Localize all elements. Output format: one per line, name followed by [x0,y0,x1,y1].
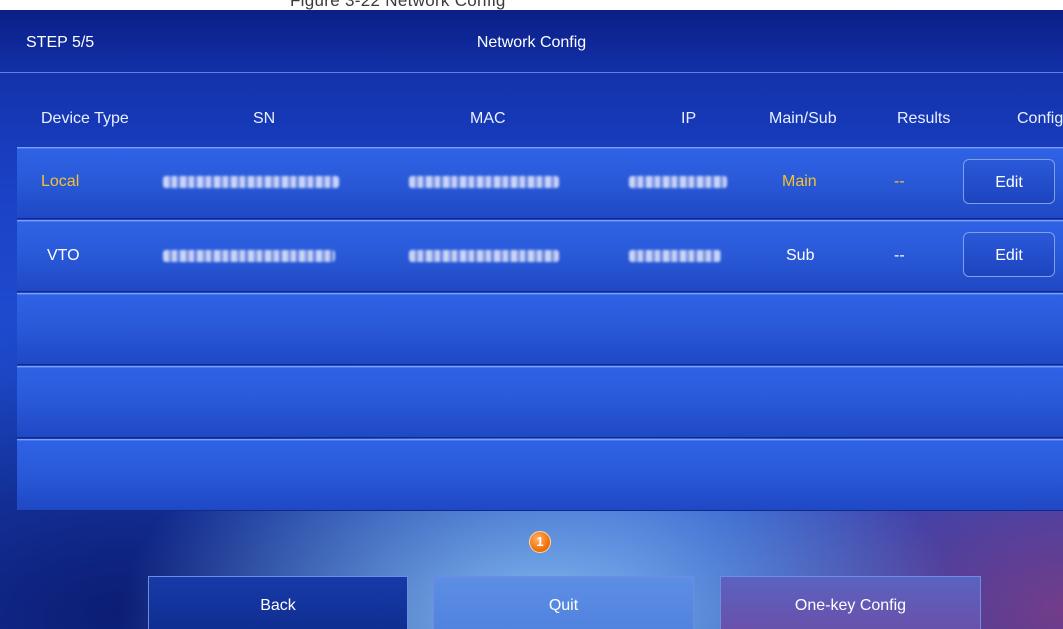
ip-redacted [629,176,727,188]
sn-redacted [163,250,335,262]
ip-redacted [629,250,721,262]
mac-redacted [409,176,559,188]
column-header-main-sub: Main/Sub [769,110,837,127]
quit-button[interactable]: Quit [433,576,694,629]
column-header-config: Config [1017,110,1063,127]
column-header-device-type: Device Type [41,110,129,127]
figure-caption-text: Figure 3-22 Network Config [290,0,506,10]
device-type-cell: Local [41,173,80,190]
column-header-ip: IP [681,110,697,127]
figure-caption: Figure 3-22 Network Config [0,0,1063,10]
edit-button[interactable]: Edit [963,232,1055,277]
device-type-cell: VTO [47,247,80,264]
main-sub-cell: Sub [786,247,815,264]
table-row[interactable]: VTO Sub -- Edit [17,220,1063,292]
one-key-config-button[interactable]: One-key Config [720,576,981,629]
column-header-mac: MAC [470,110,506,127]
title-bar: STEP 5/5 Network Config [0,10,1063,73]
table-row[interactable] [17,293,1063,365]
back-button[interactable]: Back [148,576,408,629]
page-title: Network Config [476,34,587,51]
column-header-sn: SN [253,110,276,127]
column-header-results: Results [897,110,951,127]
sn-redacted [163,176,339,188]
edit-button[interactable]: Edit [963,159,1055,204]
table-row[interactable]: Local Main -- Edit [17,147,1063,219]
callout-badge: 1 [529,531,551,553]
main-sub-cell: Main [782,173,817,190]
mac-redacted [409,250,559,262]
table-row[interactable] [17,366,1063,438]
network-config-screen: STEP 5/5 Network Config Device Type SN M… [0,10,1063,629]
table-row[interactable] [17,439,1063,511]
results-cell: -- [894,247,905,264]
results-cell: -- [894,173,905,190]
